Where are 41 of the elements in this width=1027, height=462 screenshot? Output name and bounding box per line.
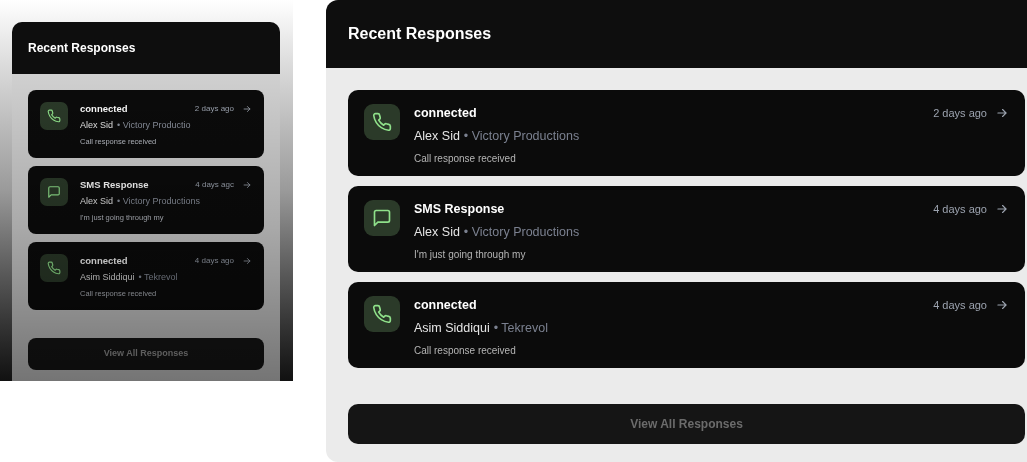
company-name: • Tekrevol [493,319,548,337]
response-title: SMS Response [414,201,506,218]
company-name: • Victory Productions [463,223,580,241]
contact-name: Alex Sid [414,127,460,145]
response-card[interactable]: connected 4 days ago Asim Siddiqui • Tekrevol Call response received [348,282,1025,368]
response-title: connected [80,102,129,116]
time-ago: 2 days ago [194,103,234,116]
response-title: connected [414,297,478,314]
response-snippet: I'm just going through my [414,247,527,262]
panel-title: Recent Responses [348,24,492,44]
arrow-right-icon [242,180,252,191]
contact-name: Asim Siddiqui [414,319,490,337]
phone-icon [372,304,392,324]
company-name: • Victory Productions [463,127,580,145]
response-title: SMS Response [80,178,150,192]
time-ago: 4 days ago [194,255,234,268]
contact-name: Asim Siddiqui [80,271,135,285]
phone-icon [47,109,61,123]
time-ago: 4 days agc [195,179,234,192]
time-ago: 4 days ago [933,202,987,218]
contact-name: Alex Sid [414,223,460,241]
phone-icon [372,112,392,132]
company-name: • Victory Productio [117,119,191,133]
chat-bubble-icon [47,185,61,199]
chat-bubble-icon [372,208,392,228]
company-name: • Victory Productions [117,195,201,209]
contact-name: Alex Sid [80,195,114,209]
response-snippet: Call response received [414,343,517,358]
response-title: connected [414,105,478,122]
phone-icon [47,261,61,275]
company-name: • Tekrevol [138,271,178,285]
time-ago: 2 days ago [933,106,987,122]
response-card[interactable]: SMS Response 4 days ago Alex Sid • Victory Productions I'm just going through my [348,186,1025,272]
time-ago: 4 days ago [933,298,987,314]
panel-title: Recent Responses [28,40,136,57]
response-title: connected [80,254,129,268]
arrow-right-icon [242,104,252,115]
arrow-right-icon [242,256,252,267]
contact-name: Alex Sid [80,119,114,133]
response-card[interactable]: connected 2 days ago Alex Sid • Victory Productions Call response received [348,90,1025,176]
response-snippet: Call response received [414,151,517,166]
